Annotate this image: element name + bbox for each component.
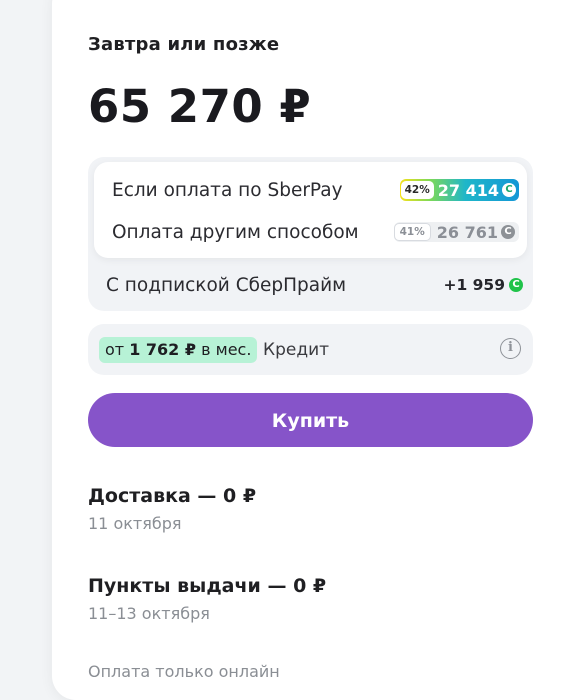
sberprime-amount: +1 959 — [443, 276, 505, 294]
other-payment-percent: 41% — [393, 223, 431, 241]
spasibo-grey-icon: С — [501, 225, 515, 239]
online-payment-note: Оплата только онлайн — [88, 662, 280, 681]
sber-spasibo-icon: С — [502, 183, 516, 197]
sberpay-bonus: 42% 27 414 С — [399, 179, 519, 201]
credit-amount: 1 762 ₽ — [129, 340, 197, 359]
sberprime-bonus: +1 959 С — [443, 276, 525, 294]
sberpay-row[interactable]: Если оплата по SberPay 42% 27 414 С — [112, 175, 519, 205]
buy-button[interactable]: Купить — [88, 393, 533, 447]
credit-offer[interactable]: от 1 762 ₽ в мес. Кредит i — [88, 324, 533, 375]
other-payment-label: Оплата другим способом — [112, 221, 359, 243]
total-price: 65 270 ₽ — [88, 80, 312, 133]
sberpay-label: Если оплата по SberPay — [112, 179, 343, 201]
credit-monthly-badge: от 1 762 ₽ в мес. — [99, 337, 258, 363]
spasibo-green-icon: С — [509, 278, 523, 292]
other-payment-amount: 26 761 — [436, 222, 498, 242]
pickup-option-date: 11–13 октября — [88, 604, 210, 623]
credit-label: Кредит — [263, 340, 330, 360]
sberpay-amount: 27 414 — [437, 180, 499, 200]
payment-options-inner: Если оплата по SberPay 42% 27 414 С Опла… — [94, 162, 527, 258]
credit-suffix: в мес. — [201, 340, 252, 359]
sberpay-percent: 42% — [400, 181, 434, 199]
credit-prefix: от — [105, 340, 125, 359]
sberprime-row[interactable]: С подпиской СберПрайм +1 959 С — [106, 270, 525, 300]
sberpay-bonus-pill: 42% 27 414 С — [399, 179, 519, 201]
other-payment-bonus: 41% 26 761 С — [393, 222, 519, 242]
sberprime-label: С подпиской СберПрайм — [106, 274, 347, 296]
delivery-option-date: 11 октября — [88, 514, 182, 533]
info-icon[interactable]: i — [500, 338, 521, 359]
delivery-option-title[interactable]: Доставка — 0 ₽ — [88, 485, 256, 507]
pickup-option-title[interactable]: Пункты выдачи — 0 ₽ — [88, 575, 326, 597]
payment-options-block: Если оплата по SberPay 42% 27 414 С Опла… — [88, 157, 533, 311]
other-payment-bonus-pill: 41% 26 761 С — [393, 222, 519, 242]
other-payment-row[interactable]: Оплата другим способом 41% 26 761 С — [112, 217, 519, 247]
delivery-time-label: Завтра или позже — [88, 34, 280, 55]
